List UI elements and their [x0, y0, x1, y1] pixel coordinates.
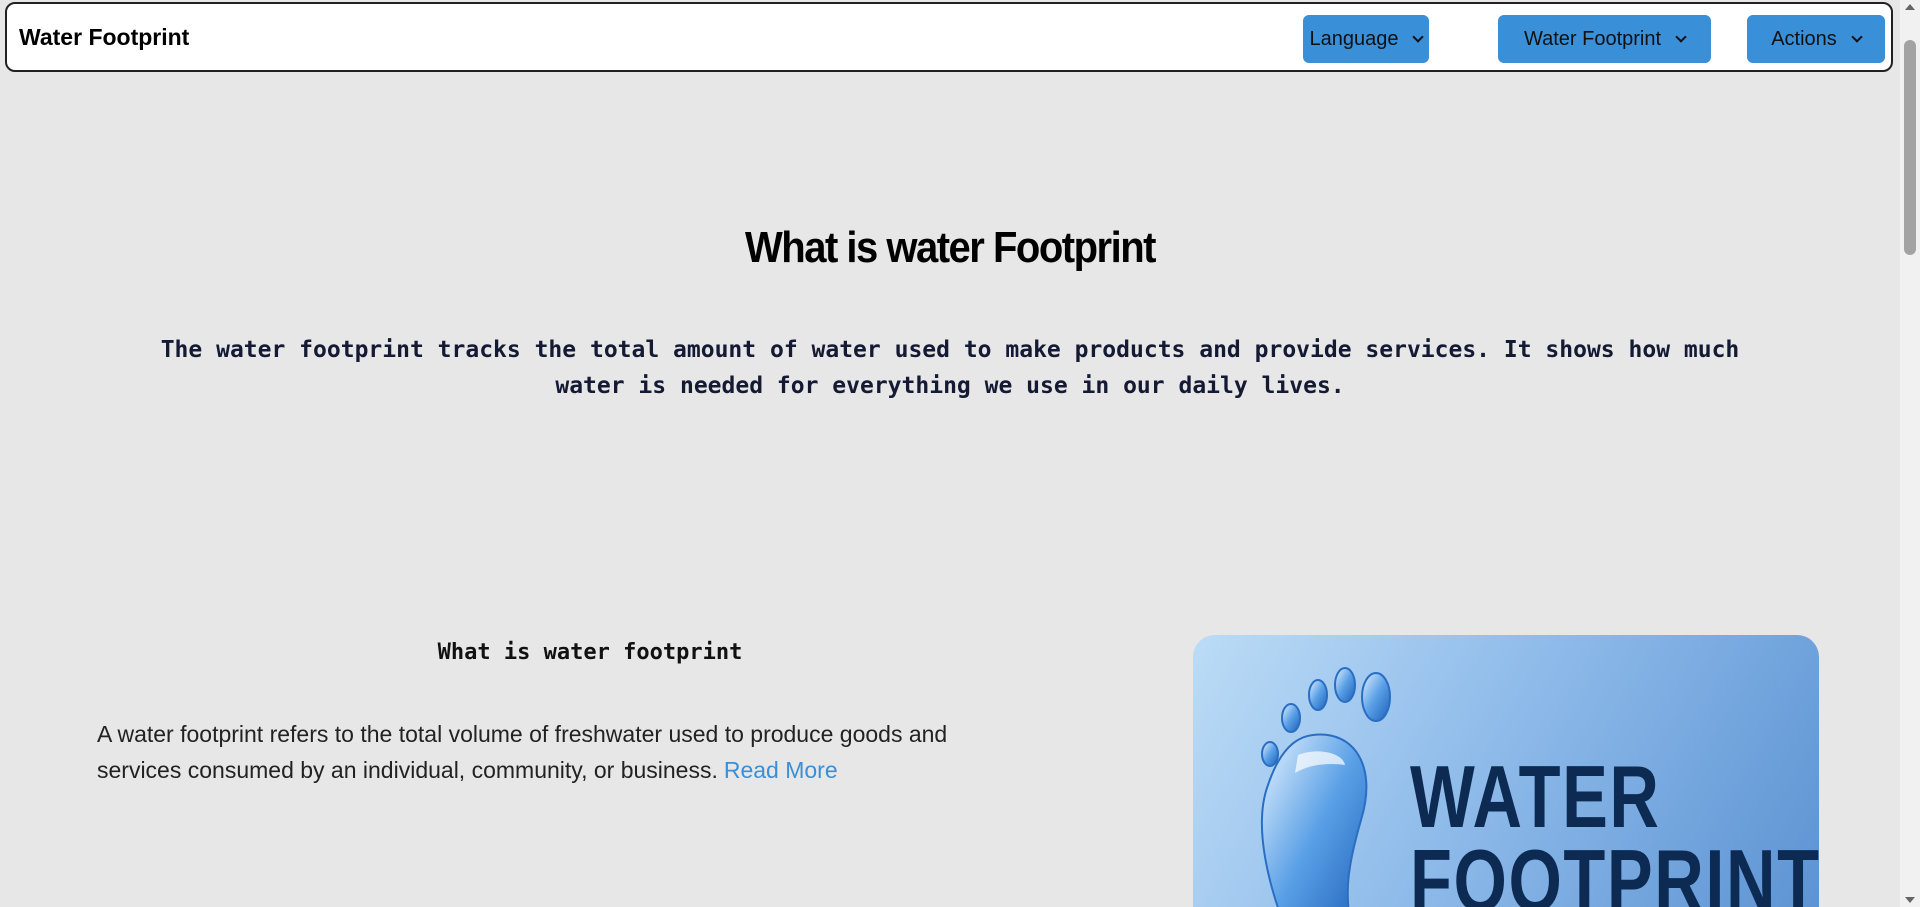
actions-dropdown-button[interactable]: Actions — [1747, 15, 1885, 63]
image-caption-line1: WATER — [1410, 747, 1661, 846]
chevron-down-icon — [1675, 31, 1687, 43]
read-more-link[interactable]: Read More — [724, 757, 838, 783]
water-footprint-image: WATER FOOTPRINT: — [1193, 635, 1819, 907]
scroll-down-arrow-icon[interactable] — [1905, 897, 1915, 903]
water-footprint-dropdown-button[interactable]: Water Footprint — [1498, 15, 1711, 63]
vertical-scrollbar[interactable] — [1900, 0, 1920, 907]
toe-drop — [1281, 703, 1301, 733]
toe-drop — [1308, 679, 1328, 711]
actions-button-label: Actions — [1771, 27, 1837, 50]
water-footprint-button-label: Water Footprint — [1523, 27, 1662, 50]
language-dropdown-button[interactable]: Language — [1303, 15, 1429, 63]
scroll-up-arrow-icon[interactable] — [1905, 4, 1915, 10]
scroll-thumb[interactable] — [1904, 40, 1916, 255]
chevron-down-icon — [1851, 31, 1863, 43]
language-button-label: Language — [1309, 27, 1399, 50]
section-title: What is water footprint — [437, 640, 743, 665]
image-caption-line2: FOOTPRINT: — [1410, 831, 1819, 907]
toe-drop — [1361, 672, 1391, 722]
navbar: Water Footprint Language Water Footprint… — [5, 2, 1893, 72]
image-caption: WATER FOOTPRINT: — [1410, 747, 1819, 907]
page: Water Footprint Language Water Footprint… — [0, 0, 1900, 907]
hero-title: What is water Footprint — [745, 224, 1156, 272]
chevron-down-icon — [1412, 31, 1425, 43]
toe-drop — [1334, 667, 1356, 703]
section-description: A water footprint refers to the total vo… — [97, 716, 1017, 788]
brand-title[interactable]: Water Footprint — [19, 26, 189, 49]
hero-description: The water footprint tracks the total amo… — [160, 337, 1740, 399]
toe-drop — [1261, 741, 1279, 767]
